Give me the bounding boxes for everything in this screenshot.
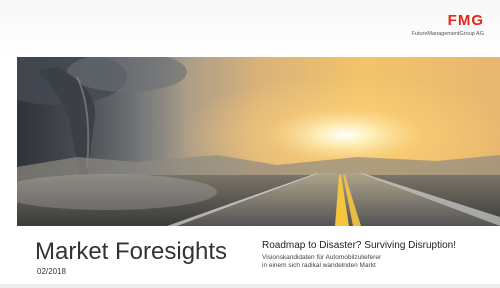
issue-date: 02/2018 <box>37 267 66 276</box>
logo-mark: FMG <box>447 12 484 29</box>
headline: Roadmap to Disaster? Surviving Disruptio… <box>262 240 456 251</box>
subtitle-line-1: Visionskandidaten für Automobilzuliefere… <box>262 254 382 261</box>
cover-page: FMG FutureManagementGroup AG Market Fore… <box>0 0 500 288</box>
subtitle: Visionskandidaten für Automobilzuliefere… <box>262 254 381 270</box>
storm-road-sunset-image <box>17 57 500 226</box>
bottom-rule <box>0 284 500 288</box>
logo-subtitle: FutureManagementGroup AG <box>411 31 484 37</box>
page-title: Market Foresights <box>35 238 228 265</box>
subtitle-line-2: in einem sich radikal wandelnden Markt <box>262 262 376 269</box>
hero-image <box>17 57 500 226</box>
company-logo: FMG FutureManagementGroup AG <box>412 13 484 37</box>
